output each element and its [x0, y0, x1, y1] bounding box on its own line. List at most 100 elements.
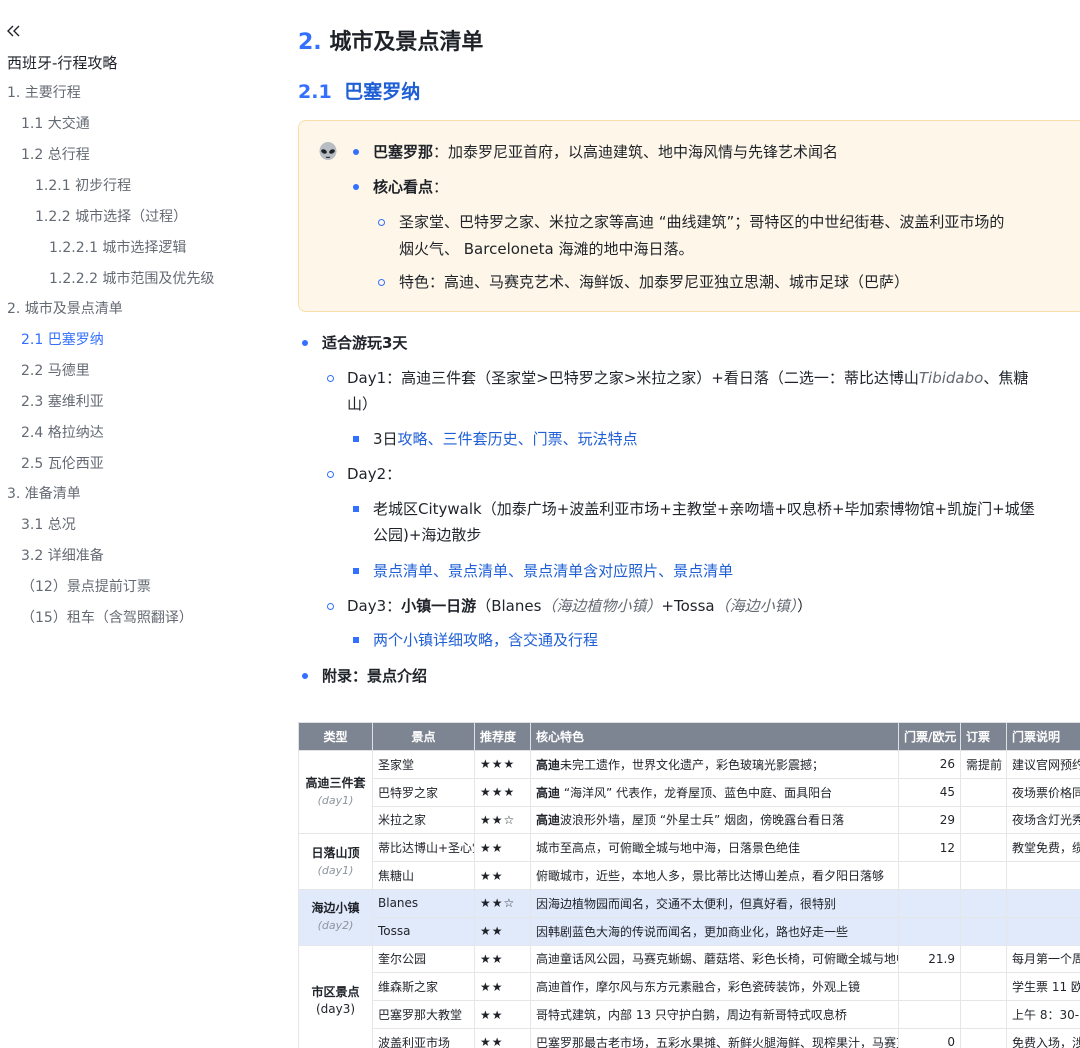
- toc-item-active[interactable]: 2.1 巴塞罗纳: [21, 330, 104, 350]
- attraction-name[interactable]: 波盖利亚市场: [372, 1027, 475, 1048]
- attraction-name[interactable]: 巴塞罗那大教堂: [372, 1000, 475, 1029]
- toc-item[interactable]: 1.2 总行程: [21, 145, 90, 165]
- price-cell[interactable]: 0: [898, 1027, 961, 1048]
- price-cell[interactable]: 12: [898, 833, 961, 863]
- price-cell[interactable]: 29: [898, 805, 961, 835]
- booking-cell[interactable]: [960, 972, 1007, 1002]
- ticket-note-cell[interactable]: 每月第一个周: [1006, 944, 1080, 974]
- link[interactable]: 三件套历史: [443, 430, 518, 448]
- table-row[interactable]: Tossa ★★ 因韩剧蓝色大海的传说而闻名，更加商业化，路也好走一些: [299, 916, 1080, 946]
- column-header[interactable]: 推荐度: [474, 722, 531, 751]
- price-cell[interactable]: [898, 916, 961, 946]
- table-row[interactable]: 日落山顶 (day1) 蒂比达博山+圣心堂 ★★ 城市至高点，可俯瞰全城与地中海，…: [298, 833, 1080, 890]
- attraction-name[interactable]: 维森斯之家: [372, 972, 475, 1002]
- feature-cell[interactable]: 哥特式建筑，内部 13 只守护白鹅，周边有新哥特式叹息桥: [530, 1000, 899, 1029]
- link[interactable]: 门票: [533, 430, 563, 448]
- price-cell[interactable]: [898, 861, 961, 890]
- column-header[interactable]: 核心特色: [530, 722, 899, 751]
- table-row[interactable]: 高迪三件套 (day1) 圣家堂 ★★★ 高迪未完工遗作，世界文化遗产，彩色玻璃光…: [298, 749, 1080, 835]
- rating-stars[interactable]: ★★: [474, 972, 531, 1002]
- price-cell[interactable]: 26: [898, 750, 961, 779]
- booking-cell[interactable]: [960, 805, 1007, 835]
- table-row[interactable]: 市区景点 (day3) 奎尔公园 ★★ 高迪童话风公园，马赛克蜥蜴、蘑菇塔、彩色长…: [298, 944, 1080, 1048]
- ticket-note-cell[interactable]: 夜场含灯光秀: [1006, 805, 1080, 835]
- rating-stars[interactable]: ★★★: [474, 777, 531, 807]
- toc-item[interactable]: 1.2.2.2 城市范围及优先级: [49, 269, 214, 289]
- table-row[interactable]: 巴塞罗那大教堂 ★★ 哥特式建筑，内部 13 只守护白鹅，周边有新哥特式叹息桥 …: [299, 1000, 1080, 1029]
- column-header[interactable]: 景点: [372, 722, 475, 751]
- table-row[interactable]: 波盖利亚市场 ★★ 巴塞罗那最古老市场，五彩水果摊、新鲜火腿海鲜、现榨果汁，马赛…: [299, 1027, 1080, 1048]
- link[interactable]: 两个小镇详细攻略，含交通及行程: [373, 631, 598, 649]
- toc-item[interactable]: （12）景点提前订票: [21, 577, 151, 597]
- rating-stars[interactable]: ★★: [474, 861, 531, 890]
- ticket-note-cell[interactable]: 教堂免费，缆: [1006, 833, 1080, 863]
- rating-stars[interactable]: ★★: [474, 833, 531, 863]
- toc-item[interactable]: 3.1 总况: [21, 515, 76, 535]
- column-header[interactable]: 类型: [298, 722, 373, 751]
- toc-item[interactable]: 2.5 瓦伦西亚: [21, 454, 104, 474]
- toc-item[interactable]: 2.3 塞维利亚: [21, 392, 104, 412]
- attraction-name[interactable]: 焦糖山: [372, 861, 475, 890]
- booking-cell[interactable]: [960, 1000, 1007, 1029]
- rating-stars[interactable]: ★★: [474, 1027, 531, 1048]
- feature-cell[interactable]: 因海边植物园而闻名，交通不太便利，但真好看，很特别: [530, 888, 899, 918]
- feature-cell[interactable]: 城市至高点，可俯瞰全城与地中海，日落景色绝佳: [530, 833, 899, 863]
- category-cell[interactable]: 日落山顶 (day1): [298, 833, 373, 890]
- collapse-sidebar-icon[interactable]: [4, 21, 22, 41]
- rating-stars[interactable]: ★★☆: [474, 888, 531, 918]
- table-row[interactable]: 焦糖山 ★★ 俯瞰城市，近些，本地人多，景比蒂比达博山差点，看夕阳日落够: [299, 861, 1080, 890]
- attraction-name[interactable]: 奎尔公园: [372, 944, 475, 974]
- link[interactable]: 景点清单: [373, 562, 433, 580]
- attraction-name[interactable]: Tossa: [372, 916, 475, 946]
- toc-item[interactable]: 1.2.2.1 城市选择逻辑: [49, 238, 186, 258]
- booking-cell[interactable]: [960, 833, 1007, 863]
- feature-cell[interactable]: 因韩剧蓝色大海的传说而闻名，更加商业化，路也好走一些: [530, 916, 899, 946]
- ticket-note-cell[interactable]: [1006, 916, 1080, 946]
- toc-item[interactable]: 1. 主要行程: [7, 83, 81, 103]
- ticket-note-cell[interactable]: [1006, 888, 1080, 918]
- link[interactable]: 景点清单: [673, 562, 733, 580]
- link[interactable]: 景点清单: [448, 562, 508, 580]
- booking-cell[interactable]: [960, 888, 1007, 918]
- link[interactable]: 攻略: [398, 430, 428, 448]
- booking-cell[interactable]: [960, 944, 1007, 974]
- ticket-note-cell[interactable]: 学生票 11 欧: [1006, 972, 1080, 1002]
- toc-item[interactable]: 3.2 详细准备: [21, 546, 104, 566]
- link[interactable]: 玩法特点: [578, 430, 638, 448]
- feature-cell[interactable]: 高迪波浪形外墙，屋顶 “外星士兵” 烟囱，傍晚露台看日落: [530, 805, 899, 835]
- price-cell[interactable]: [898, 888, 961, 918]
- feature-cell[interactable]: 高迪童话风公园，马赛克蜥蜴、蘑菇塔、彩色长椅，可俯瞰全城与地中海: [530, 944, 899, 974]
- rating-stars[interactable]: ★★: [474, 916, 531, 946]
- feature-cell[interactable]: 俯瞰城市，近些，本地人多，景比蒂比达博山差点，看夕阳日落够: [530, 861, 899, 890]
- feature-cell[interactable]: 高迪 “海洋风” 代表作，龙脊屋顶、蓝色中庭、面具阳台: [530, 777, 899, 807]
- price-cell[interactable]: [898, 972, 961, 1002]
- toc-item[interactable]: 2.2 马德里: [21, 361, 90, 381]
- ticket-note-cell[interactable]: 建议官网预约: [1006, 750, 1080, 779]
- toc-item[interactable]: 3. 准备清单: [7, 484, 81, 504]
- attraction-name[interactable]: Blanes: [372, 888, 475, 918]
- ticket-note-cell[interactable]: 免费入场，涉: [1006, 1027, 1080, 1048]
- toc-item[interactable]: （15）租车（含驾照翻译）: [21, 608, 193, 628]
- rating-stars[interactable]: ★★: [474, 944, 531, 974]
- attraction-name[interactable]: 巴特罗之家: [372, 777, 475, 807]
- price-cell[interactable]: [898, 1000, 961, 1029]
- document-title[interactable]: 西班牙-行程攻略: [7, 52, 117, 73]
- booking-cell[interactable]: 需提前: [960, 750, 1007, 779]
- rating-stars[interactable]: ★★☆: [474, 805, 531, 835]
- attraction-name[interactable]: 米拉之家: [372, 805, 475, 835]
- rating-stars[interactable]: ★★★: [474, 750, 531, 779]
- attraction-name[interactable]: 蒂比达博山+圣心堂: [372, 833, 475, 863]
- alien-icon[interactable]: [317, 141, 339, 163]
- table-row[interactable]: 米拉之家 ★★☆ 高迪波浪形外墙，屋顶 “外星士兵” 烟囱，傍晚露台看日落 29…: [299, 805, 1080, 835]
- price-cell[interactable]: 45: [898, 777, 961, 807]
- booking-cell[interactable]: [960, 861, 1007, 890]
- category-cell[interactable]: 海边小镇 (day2): [298, 888, 373, 946]
- table-row[interactable]: 维森斯之家 ★★ 高迪首作，摩尔风与东方元素融合，彩色瓷砖装饰，外观上镜 学生票…: [299, 972, 1080, 1002]
- feature-cell[interactable]: 高迪未完工遗作，世界文化遗产，彩色玻璃光影震撼；: [530, 750, 899, 779]
- link[interactable]: 景点清单含对应照片: [523, 562, 658, 580]
- category-cell[interactable]: 市区景点 (day3): [298, 944, 373, 1048]
- category-cell[interactable]: 高迪三件套 (day1): [298, 749, 373, 835]
- booking-cell[interactable]: [960, 1027, 1007, 1048]
- toc-item[interactable]: 2. 城市及景点清单: [7, 299, 123, 319]
- toc-item[interactable]: 1.2.2 城市选择（过程）: [35, 207, 187, 227]
